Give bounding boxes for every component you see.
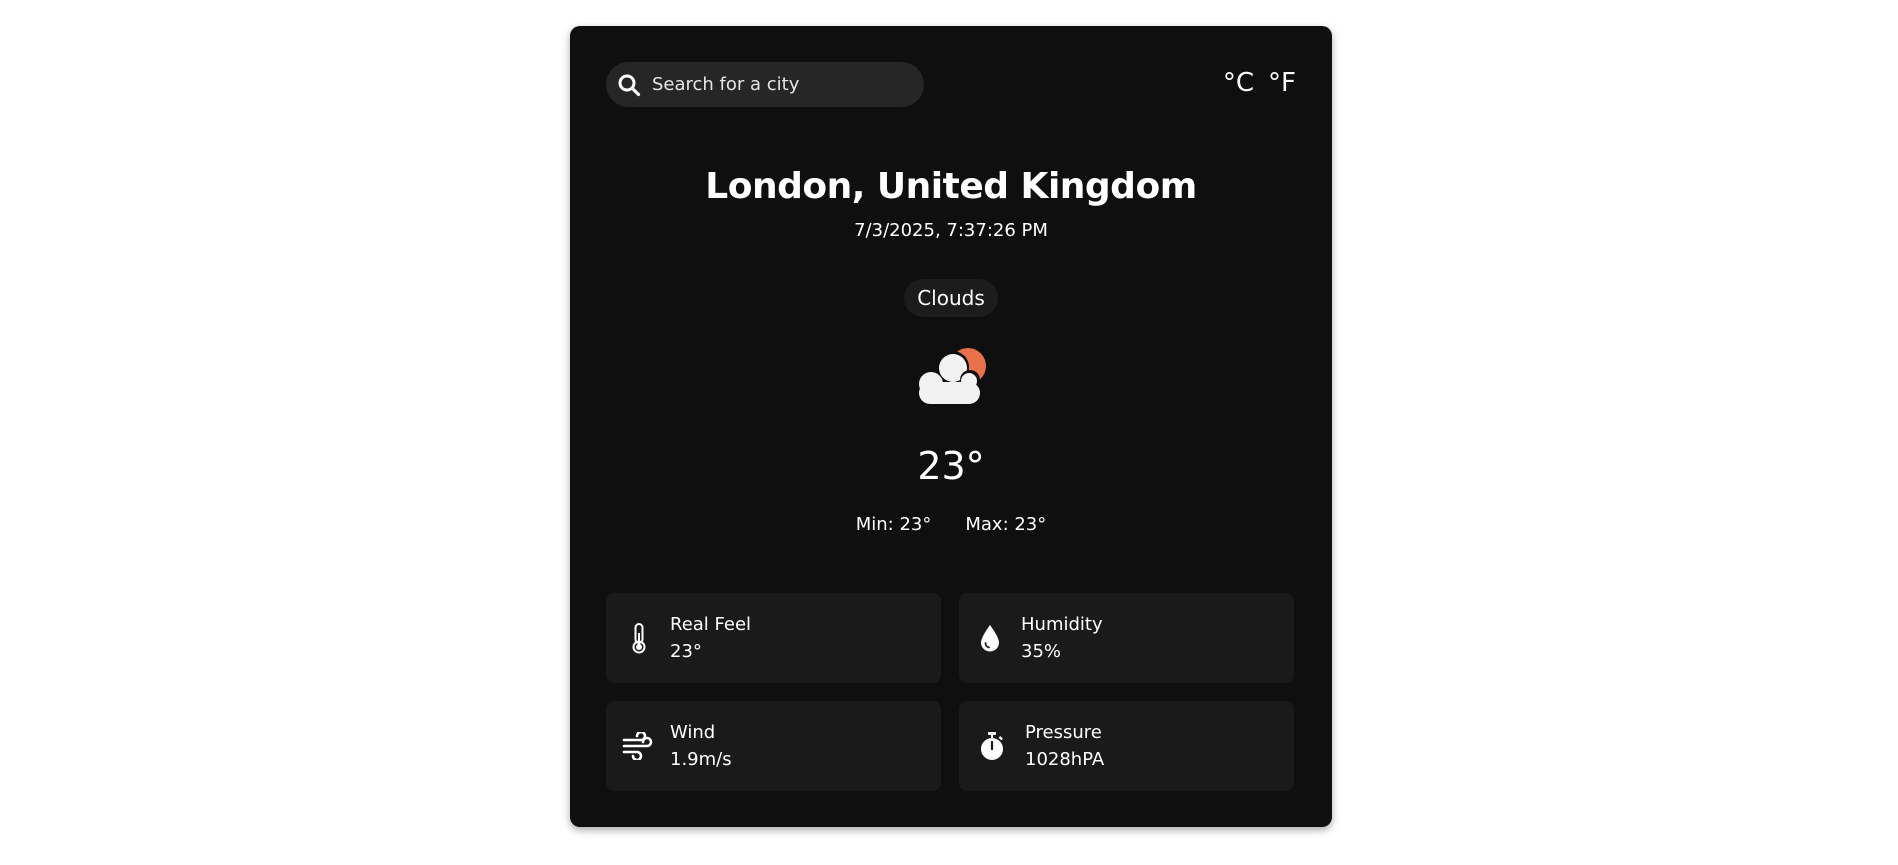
humidity-tile: Humidity 35%	[959, 593, 1294, 683]
min-temperature: Min: 23°	[855, 514, 932, 535]
wind-value: 1.9m/s	[670, 749, 732, 770]
thermometer-icon	[622, 621, 656, 655]
droplet-icon	[973, 621, 1007, 655]
pressure-label: Pressure	[1025, 722, 1102, 743]
min-max-row: Min: 23° Max: 23°	[570, 514, 1332, 535]
local-datetime: 7/3/2025, 7:37:26 PM	[854, 220, 1048, 241]
fahrenheit-button[interactable]: °F	[1268, 68, 1296, 98]
wind-icon	[620, 729, 654, 763]
condition-badge: Clouds	[904, 279, 998, 317]
search-bar[interactable]	[606, 62, 924, 107]
max-temperature: Max: 23°	[965, 514, 1047, 535]
real-feel-label: Real Feel	[670, 614, 752, 635]
city-title: London, United Kingdom	[705, 166, 1197, 207]
celsius-button[interactable]: °C	[1223, 68, 1254, 98]
humidity-label: Humidity	[1021, 614, 1103, 635]
search-icon[interactable]	[616, 72, 642, 98]
real-feel-value: 23°	[670, 641, 702, 662]
weather-card: °C °F London, United Kingdom 7/3/2025, 7…	[570, 26, 1332, 827]
unit-toggle: °C °F	[1223, 68, 1296, 98]
cloud-sun-icon	[912, 346, 990, 406]
current-temperature: 23°	[917, 444, 985, 488]
wind-tile: Wind 1.9m/s	[606, 701, 941, 791]
humidity-value: 35%	[1021, 641, 1062, 662]
pressure-value: 1028hPA	[1025, 749, 1105, 770]
pressure-tile: Pressure 1028hPA	[959, 701, 1294, 791]
search-input[interactable]	[650, 73, 914, 96]
stopwatch-icon	[975, 729, 1009, 763]
wind-label: Wind	[670, 722, 716, 743]
real-feel-tile: Real Feel 23°	[606, 593, 941, 683]
